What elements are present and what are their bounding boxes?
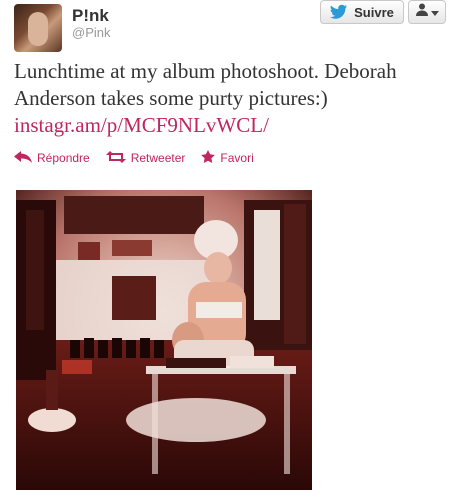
avatar-figure: [28, 12, 48, 46]
tweet-text: Lunchtime at my album photoshoot. Debora…: [14, 58, 444, 139]
retweet-label: Retweeter: [130, 151, 186, 165]
user-name[interactable]: P!nk: [72, 6, 109, 26]
follow-label: Suivre: [354, 4, 394, 20]
twitter-bird-icon: [330, 4, 348, 20]
tweet-body: Lunchtime at my album photoshoot. Debora…: [14, 59, 397, 110]
follow-button[interactable]: Suivre: [320, 0, 404, 24]
user-menu-button[interactable]: [408, 0, 446, 24]
reply-icon: [14, 150, 32, 166]
favorite-label: Favori: [220, 151, 254, 165]
tweet-actions: Répondre Retweeter Favori: [14, 150, 254, 166]
chevron-down-icon: [430, 3, 439, 21]
tweet-link[interactable]: instagr.am/p/MCF9NLvWCL/: [14, 113, 269, 137]
photo-scene: [16, 190, 312, 490]
tweet-photo[interactable]: [16, 190, 312, 490]
retweet-icon: [105, 150, 126, 166]
reply-label: Répondre: [37, 151, 90, 165]
avatar[interactable]: [14, 4, 62, 52]
favorite-action[interactable]: Favori: [201, 150, 254, 166]
star-icon: [201, 150, 216, 166]
reply-action[interactable]: Répondre: [14, 150, 90, 166]
user-handle[interactable]: @Pink: [72, 25, 111, 40]
person-icon: [415, 3, 428, 21]
retweet-action[interactable]: Retweeter: [105, 150, 186, 166]
